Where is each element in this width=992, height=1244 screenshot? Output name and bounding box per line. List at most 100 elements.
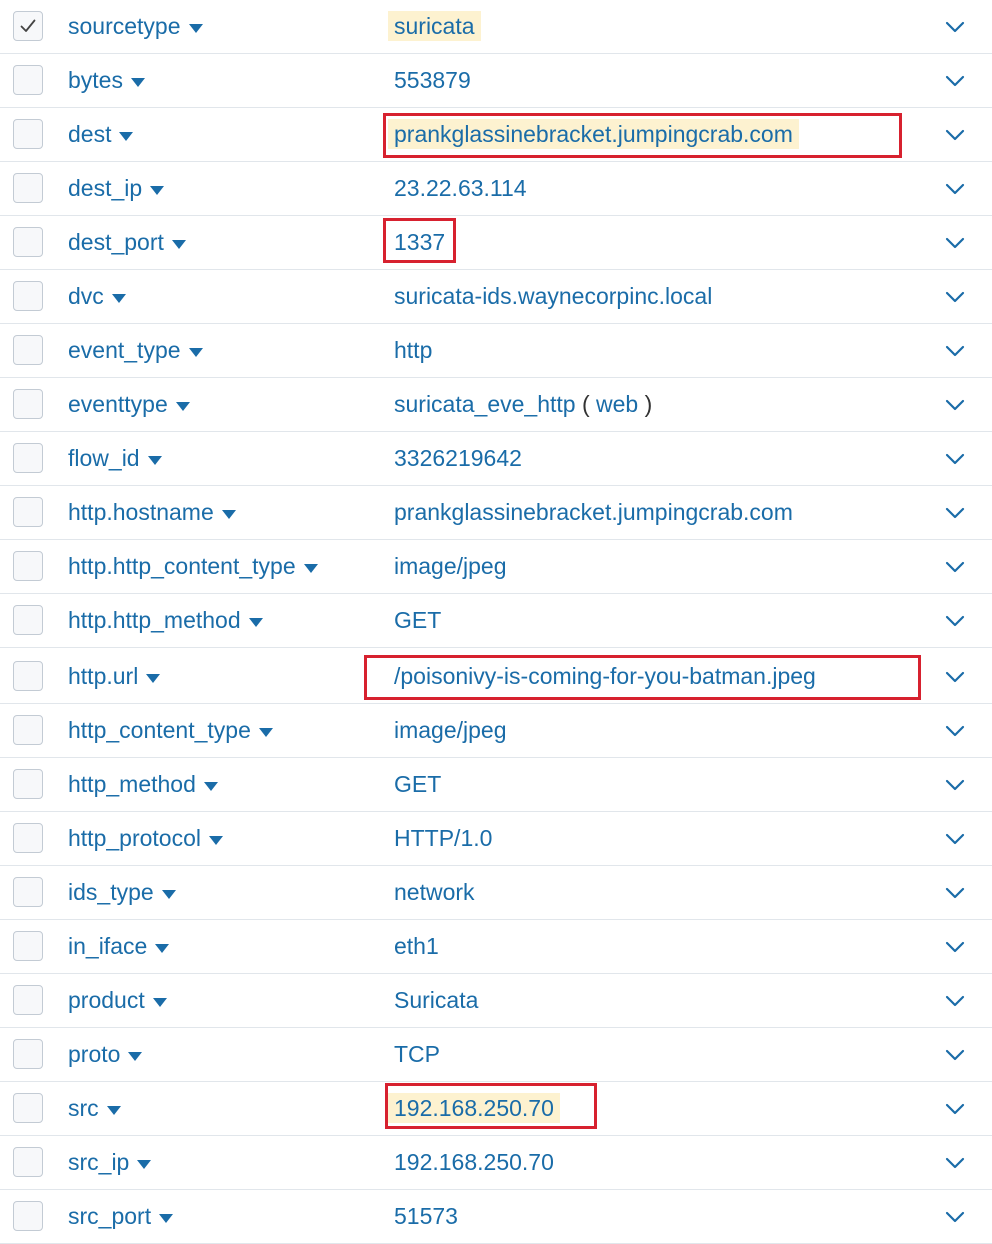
field-value[interactable]: suricata [388, 11, 481, 41]
field-value[interactable]: 23.22.63.114 [394, 175, 527, 201]
chevron-down-icon[interactable] [944, 885, 966, 901]
field-name-menu[interactable]: dest_ip [68, 162, 165, 215]
chevron-down-icon[interactable] [944, 1155, 966, 1171]
field-checkbox[interactable] [13, 985, 43, 1015]
chevron-down-icon[interactable] [944, 831, 966, 847]
field-name-menu[interactable]: http.url [68, 650, 161, 703]
eventtype-tag[interactable]: web [596, 391, 638, 417]
chevron-down-icon[interactable] [944, 343, 966, 359]
chevron-down-icon[interactable] [944, 939, 966, 955]
field-value[interactable]: HTTP/1.0 [394, 825, 492, 851]
field-name-menu[interactable]: http.http_method [68, 594, 263, 647]
field-name-menu[interactable]: http_protocol [68, 812, 223, 865]
field-name-menu[interactable]: in_iface [68, 920, 170, 973]
chevron-down-icon[interactable] [944, 451, 966, 467]
field-checkbox[interactable] [13, 227, 43, 257]
chevron-down-icon[interactable] [944, 1209, 966, 1225]
field-value[interactable]: suricata-ids.waynecorpinc.local [394, 283, 712, 309]
field-value[interactable]: eth1 [394, 933, 439, 959]
chevron-down-icon[interactable] [944, 397, 966, 413]
field-value[interactable]: prankglassinebracket.jumpingcrab.com [388, 119, 799, 149]
field-value[interactable]: image/jpeg [394, 553, 507, 579]
field-value[interactable]: 3326219642 [394, 445, 522, 471]
tag-open-paren: ( [581, 391, 597, 417]
field-value[interactable]: 553879 [394, 67, 471, 93]
field-name-menu[interactable]: dvc [68, 270, 126, 323]
field-value[interactable]: network [394, 879, 475, 905]
chevron-down-icon[interactable] [944, 1101, 966, 1117]
field-checkbox[interactable] [13, 1201, 43, 1231]
field-name-menu[interactable]: proto [68, 1028, 143, 1081]
field-checkbox[interactable] [13, 443, 43, 473]
field-checkbox[interactable] [13, 1039, 43, 1069]
chevron-down-icon[interactable] [944, 235, 966, 251]
field-name: dest_ip [68, 175, 143, 201]
chevron-down-icon[interactable] [944, 993, 966, 1009]
field-checkbox[interactable] [13, 605, 43, 635]
chevron-down-icon[interactable] [944, 127, 966, 143]
chevron-down-icon[interactable] [944, 73, 966, 89]
field-value[interactable]: image/jpeg [394, 717, 507, 743]
field-value[interactable]: TCP [394, 1041, 440, 1067]
chevron-down-icon[interactable] [944, 613, 966, 629]
field-value[interactable]: /poisonivy-is-coming-for-you-batman.jpeg [394, 663, 816, 689]
field-checkbox[interactable] [13, 119, 43, 149]
field-name-menu[interactable]: http_content_type [68, 704, 273, 757]
field-name-menu[interactable]: http_method [68, 758, 218, 811]
field-checkbox[interactable] [13, 173, 43, 203]
field-name-menu[interactable]: sourcetype [68, 0, 203, 53]
field-name-menu[interactable]: dest_port [68, 216, 186, 269]
field-name-menu[interactable]: eventtype [68, 378, 190, 431]
field-name-menu[interactable]: src_ip [68, 1136, 152, 1189]
field-name-menu[interactable]: http.http_content_type [68, 540, 318, 593]
field-value[interactable]: GET [394, 607, 441, 633]
chevron-down-icon[interactable] [944, 289, 966, 305]
field-name: dest_port [68, 229, 164, 255]
field-value[interactable]: suricata_eve_http [394, 391, 576, 417]
field-value[interactable]: prankglassinebracket.jumpingcrab.com [394, 499, 793, 525]
field-value[interactable]: http [394, 337, 432, 363]
field-row: eventtype suricata_eve_http ( web ) [0, 378, 992, 432]
chevron-down-icon[interactable] [944, 669, 966, 685]
field-checkbox[interactable] [13, 551, 43, 581]
chevron-down-icon[interactable] [944, 559, 966, 575]
field-row: dest_port 1337 [0, 216, 992, 270]
field-checkbox[interactable] [13, 497, 43, 527]
field-checkbox[interactable] [13, 823, 43, 853]
field-checkbox[interactable] [13, 661, 43, 691]
field-name-menu[interactable]: src_port [68, 1190, 174, 1243]
field-name-menu[interactable]: bytes [68, 54, 145, 107]
field-checkbox[interactable] [13, 715, 43, 745]
field-checkbox[interactable] [13, 281, 43, 311]
field-value[interactable]: 1337 [394, 229, 445, 255]
field-checkbox[interactable] [13, 389, 43, 419]
field-value[interactable]: 192.168.250.70 [388, 1093, 560, 1123]
field-row: bytes 553879 [0, 54, 992, 108]
field-checkbox[interactable] [13, 335, 43, 365]
field-checkbox[interactable] [13, 11, 43, 41]
field-name-menu[interactable]: http.hostname [68, 486, 236, 539]
field-name-menu[interactable]: src [68, 1082, 121, 1135]
field-checkbox[interactable] [13, 877, 43, 907]
field-name-menu[interactable]: ids_type [68, 866, 176, 919]
field-value[interactable]: 51573 [394, 1203, 458, 1229]
field-name-menu[interactable]: dest [68, 108, 134, 161]
chevron-down-icon[interactable] [944, 19, 966, 35]
field-checkbox[interactable] [13, 769, 43, 799]
field-checkbox[interactable] [13, 931, 43, 961]
field-name-menu[interactable]: event_type [68, 324, 203, 377]
field-value[interactable]: GET [394, 771, 441, 797]
chevron-down-icon[interactable] [944, 1047, 966, 1063]
chevron-down-icon[interactable] [944, 723, 966, 739]
field-value[interactable]: 192.168.250.70 [394, 1149, 554, 1175]
chevron-down-icon[interactable] [944, 181, 966, 197]
field-name-menu[interactable]: flow_id [68, 432, 162, 485]
field-name-menu[interactable]: product [68, 974, 167, 1027]
chevron-down-icon[interactable] [944, 777, 966, 793]
field-checkbox[interactable] [13, 1093, 43, 1123]
chevron-down-icon[interactable] [944, 505, 966, 521]
field-checkbox[interactable] [13, 1147, 43, 1177]
field-value-cell: HTTP/1.0 [394, 812, 492, 865]
field-value[interactable]: Suricata [394, 987, 478, 1013]
field-checkbox[interactable] [13, 65, 43, 95]
